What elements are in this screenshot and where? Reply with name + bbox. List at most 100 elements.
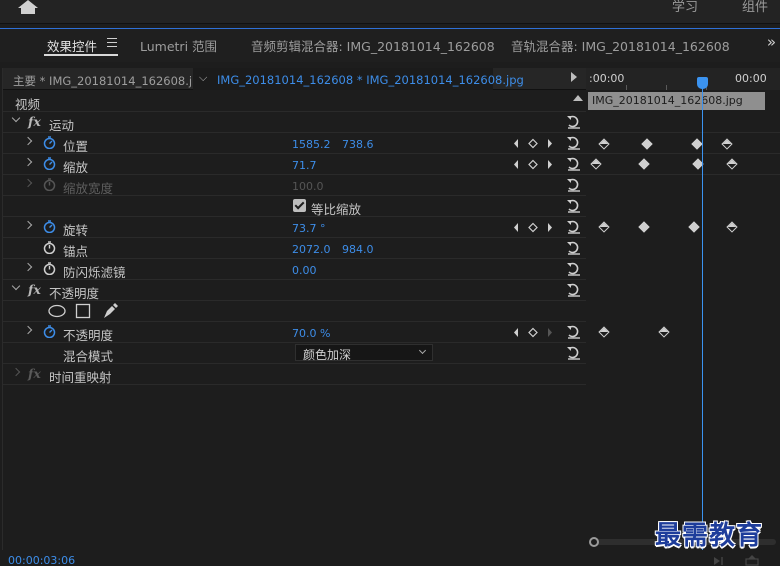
ellipse-mask-icon[interactable] bbox=[47, 304, 67, 318]
stopwatch-icon[interactable] bbox=[43, 220, 56, 233]
opacity-value[interactable]: 70.0 % bbox=[292, 327, 330, 340]
clip-bar: 主要 * IMG_20181014_162608.jpg ⌵ IMG_20181… bbox=[3, 68, 587, 90]
keyframe-diamond[interactable] bbox=[726, 158, 738, 170]
disclosure-closed-icon[interactable] bbox=[23, 220, 33, 230]
disclosure-closed-icon[interactable] bbox=[11, 367, 21, 377]
property-opacity[interactable]: 不透明度 70.0 % bbox=[3, 322, 587, 343]
workspace-learn[interactable]: 学习 bbox=[672, 0, 698, 15]
blend-mode-label: 混合模式 bbox=[63, 349, 114, 364]
property-position[interactable]: 位置 1585.2 738.6 bbox=[3, 133, 587, 154]
tab-effect-controls[interactable]: 效果控件 bbox=[47, 36, 97, 55]
reset-icon[interactable] bbox=[566, 156, 582, 172]
uniform-scale-checkbox[interactable] bbox=[293, 199, 306, 212]
disclosure-open-icon[interactable] bbox=[11, 281, 21, 291]
scroll-up-icon[interactable] bbox=[573, 95, 583, 101]
anchor-y-value[interactable]: 984.0 bbox=[342, 243, 374, 256]
anti-flicker-value[interactable]: 0.00 bbox=[292, 264, 317, 277]
tab-audio-clip-mixer[interactable]: 音频剪辑混合器: IMG_20181014_162608 bbox=[251, 36, 495, 55]
effect-controls-panel: 主要 * IMG_20181014_162608.jpg ⌵ IMG_20181… bbox=[2, 68, 587, 556]
keyframe-diamond[interactable] bbox=[598, 221, 610, 233]
reset-icon[interactable] bbox=[566, 282, 582, 298]
tab-audio-track-mixer[interactable]: 音轨混合器: IMG_20181014_162608 bbox=[511, 36, 730, 55]
scale-width-value: 100.0 bbox=[292, 180, 324, 193]
tab-lumetri-scopes[interactable]: Lumetri 范围 bbox=[140, 36, 217, 55]
keyframe-diamond[interactable] bbox=[658, 326, 670, 338]
property-scale[interactable]: 缩放 71.7 bbox=[3, 154, 587, 175]
workspace-components[interactable]: 组件 bbox=[742, 0, 768, 15]
timeline-clip[interactable]: IMG_20181014_162608.jpg bbox=[588, 92, 765, 110]
time-ruler[interactable]: :00:00 00:00 bbox=[586, 68, 780, 90]
keyframe-diamond[interactable] bbox=[638, 158, 650, 170]
keyframe-diamond[interactable] bbox=[726, 221, 738, 233]
show-timeline-button[interactable] bbox=[571, 72, 577, 82]
disclosure-open-icon[interactable] bbox=[11, 113, 21, 123]
keyframe-navigator[interactable] bbox=[513, 159, 553, 170]
disclosure-closed-icon[interactable] bbox=[23, 325, 33, 335]
stopwatch-icon[interactable] bbox=[43, 136, 56, 149]
keyframe-diamond[interactable] bbox=[641, 138, 653, 150]
keyframe-navigator[interactable] bbox=[513, 327, 553, 338]
timeline-zoom-handle[interactable] bbox=[589, 537, 599, 547]
effect-timeline[interactable]: :00:00 00:00 IMG_20181014_162608.jpg bbox=[586, 68, 780, 556]
keyframe-diamond[interactable] bbox=[590, 158, 602, 170]
effect-time-remap-label: 时间重映射 bbox=[49, 370, 112, 385]
reset-icon[interactable] bbox=[566, 261, 582, 277]
scale-value[interactable]: 71.7 bbox=[292, 159, 317, 172]
current-timecode[interactable]: 00:00:03:06 bbox=[8, 554, 75, 566]
keyframe-navigator[interactable] bbox=[513, 138, 553, 149]
keyframe-diamond[interactable] bbox=[598, 138, 610, 150]
position-x-value[interactable]: 1585.2 bbox=[292, 138, 331, 151]
property-anti-flicker[interactable]: 防闪烁滤镜 0.00 bbox=[3, 259, 587, 280]
export-icons[interactable] bbox=[712, 555, 772, 566]
reset-icon[interactable] bbox=[566, 114, 582, 130]
effect-opacity[interactable]: fx 不透明度 bbox=[3, 280, 587, 301]
keyframe-diamond[interactable] bbox=[691, 138, 703, 150]
property-rotation[interactable]: 旋转 73.7 ° bbox=[3, 217, 587, 238]
fx-icon[interactable]: fx bbox=[28, 114, 41, 129]
ruler-end-time: 00:00 bbox=[735, 72, 767, 85]
disclosure-closed-icon[interactable] bbox=[23, 136, 33, 146]
rectangle-mask-icon[interactable] bbox=[75, 303, 91, 319]
keyframe-diamond[interactable] bbox=[638, 221, 650, 233]
property-blend-mode[interactable]: 混合模式 颜色加深 bbox=[3, 343, 587, 364]
reset-icon[interactable] bbox=[566, 135, 582, 151]
keyframe-diamond[interactable] bbox=[688, 221, 700, 233]
property-anchor[interactable]: 锚点 2072.0 984.0 bbox=[3, 238, 587, 259]
keyframe-navigator[interactable] bbox=[513, 222, 553, 233]
stopwatch-icon[interactable] bbox=[43, 157, 56, 170]
fx-icon[interactable]: fx bbox=[28, 282, 41, 297]
position-y-value[interactable]: 738.6 bbox=[342, 138, 374, 151]
disclosure-closed-icon[interactable] bbox=[23, 157, 33, 167]
reset-icon[interactable] bbox=[566, 240, 582, 256]
more-tabs-button[interactable]: » bbox=[767, 33, 776, 51]
anchor-x-value[interactable]: 2072.0 bbox=[292, 243, 331, 256]
playhead-handle[interactable] bbox=[697, 77, 708, 89]
stopwatch-icon[interactable] bbox=[43, 262, 56, 275]
selected-clip-name: IMG_20181014_162608 * IMG_20181014_16260… bbox=[217, 73, 524, 87]
keyframe-diamond[interactable] bbox=[721, 138, 733, 150]
fx-icon[interactable]: fx bbox=[28, 366, 41, 381]
stopwatch-icon[interactable] bbox=[43, 241, 56, 254]
scale-width-label: 缩放宽度 bbox=[63, 181, 114, 196]
reset-icon[interactable] bbox=[566, 198, 582, 214]
effect-time-remap[interactable]: fx 时间重映射 bbox=[3, 364, 587, 385]
effect-motion[interactable]: fx 运动 bbox=[3, 112, 587, 133]
keyframe-diamond[interactable] bbox=[598, 326, 610, 338]
reset-icon[interactable] bbox=[566, 345, 582, 361]
reset-icon[interactable] bbox=[566, 219, 582, 235]
disclosure-closed-icon[interactable] bbox=[23, 262, 33, 272]
stopwatch-icon[interactable] bbox=[43, 325, 56, 338]
home-icon[interactable] bbox=[18, 0, 38, 14]
section-video: 视频 bbox=[3, 91, 587, 112]
position-label: 位置 bbox=[63, 139, 89, 154]
chevron-down-icon bbox=[418, 346, 427, 355]
panel-menu-icon[interactable] bbox=[107, 38, 117, 47]
rotation-label: 旋转 bbox=[63, 223, 89, 238]
pen-mask-icon[interactable] bbox=[101, 302, 119, 320]
clip-selector[interactable]: ⌵ IMG_20181014_162608 * IMG_20181014_162… bbox=[193, 68, 524, 90]
reset-icon[interactable] bbox=[566, 324, 582, 340]
master-clip-label[interactable]: 主要 * IMG_20181014_162608.jpg bbox=[13, 73, 207, 89]
reset-icon[interactable] bbox=[566, 177, 582, 193]
blend-mode-select[interactable]: 颜色加深 bbox=[295, 344, 433, 362]
rotation-value[interactable]: 73.7 ° bbox=[292, 222, 326, 235]
